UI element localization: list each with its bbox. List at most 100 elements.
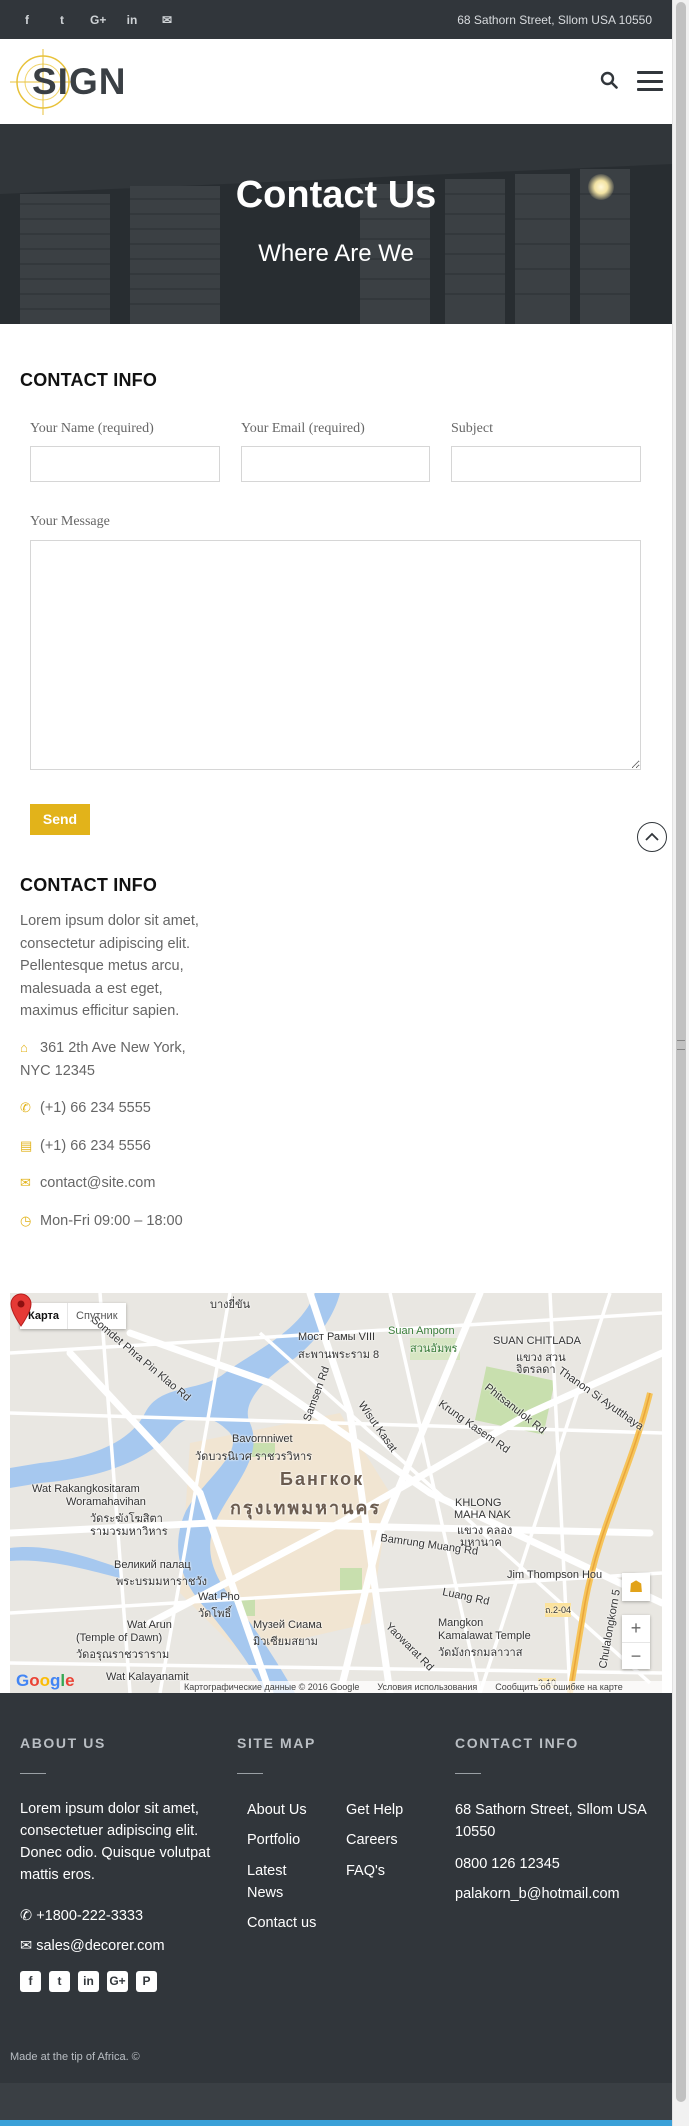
scrollbar-thumb[interactable] — [676, 2, 686, 2102]
footer-link-faqs[interactable]: FAQ's — [346, 1860, 385, 1882]
map-label: Wat Rakangkositaram — [32, 1483, 140, 1495]
google-map[interactable]: Карта Спутник บางยี่ขัน Мост Рамы VIII ส… — [10, 1293, 662, 1693]
top-social-links: f t G+ in ✉ — [20, 13, 174, 27]
map-label: Kamalawat Temple — [438, 1630, 531, 1642]
google-logo[interactable]: Google — [16, 1671, 75, 1691]
site-header: SIGN — [0, 39, 672, 124]
bottom-strip — [0, 2083, 672, 2126]
divider — [237, 1773, 263, 1774]
envelope-icon[interactable]: ✉ — [160, 13, 174, 27]
footer-contact-phone: 0800 126 12345 — [455, 1856, 560, 1872]
contact-description: Lorem ipsum dolor sit amet, consectetur … — [20, 913, 199, 1019]
subject-label: Subject — [451, 421, 493, 436]
logo-text: SIGN — [32, 61, 127, 102]
map-label: สวนอัมพร — [410, 1343, 458, 1355]
site-footer: ABOUT US Lorem ipsum dolor sit amet, con… — [0, 1693, 672, 2083]
linkedin-icon[interactable]: in — [125, 13, 139, 27]
footer-link-contact-us[interactable]: Contact us — [247, 1912, 316, 1934]
envelope-icon: ✉ — [20, 1175, 31, 1190]
pinterest-icon[interactable]: P — [136, 1971, 157, 1992]
map-label: Музей Сиама — [253, 1619, 322, 1631]
page-title: Contact Us — [235, 174, 437, 216]
footer-about-title: ABOUT US — [20, 1735, 106, 1751]
street-view-pegman-icon[interactable]: ☗ — [622, 1573, 650, 1601]
map-label: KHLONG — [455, 1497, 502, 1509]
phone-icon: ✆ — [20, 1908, 33, 1924]
map-label: Wat Arun — [127, 1619, 172, 1631]
site-logo[interactable]: SIGN — [10, 49, 125, 115]
contact-fax: ▤ (+1) 66 234 5556 — [20, 1135, 220, 1158]
phone-icon: ✆ — [20, 1100, 31, 1115]
linkedin-icon[interactable]: in — [78, 1971, 99, 1992]
map-label: กรุงเทพมหานคร — [230, 1498, 382, 1518]
clock-icon: ◷ — [20, 1213, 32, 1228]
google-plus-icon[interactable]: G+ — [90, 13, 106, 27]
subject-field[interactable] — [451, 446, 641, 482]
accent-bar — [0, 2120, 672, 2126]
footer-phone: ✆ +1800-222-3333 — [20, 1908, 144, 1924]
footer-contact-email[interactable]: palakorn_b@hotmail.com — [455, 1883, 660, 1905]
footer-link-portfolio[interactable]: Portfolio — [247, 1829, 300, 1851]
map-label: Jim Thompson Hou — [507, 1569, 603, 1581]
hamburger-menu-icon[interactable] — [637, 71, 663, 91]
footer-sitemap-title: SITE MAP — [237, 1735, 316, 1751]
footer-email[interactable]: ✉ sales@decorer.com — [20, 1935, 225, 1957]
footer-link-careers[interactable]: Careers — [346, 1829, 398, 1851]
zoom-out-button[interactable]: − — [622, 1642, 650, 1669]
name-label: Your Name (required) — [30, 421, 154, 436]
map-label: Великий палац — [114, 1559, 191, 1571]
facebook-icon[interactable]: f — [20, 13, 34, 27]
name-field[interactable] — [30, 446, 220, 482]
map-label: Wat Pho — [198, 1591, 240, 1603]
footer-link-get-help[interactable]: Get Help — [346, 1799, 403, 1821]
send-button[interactable]: Send — [30, 804, 90, 835]
contact-hours: ◷ Mon-Fri 09:00 – 18:00 — [20, 1210, 220, 1233]
map-label: Mangkon — [438, 1617, 484, 1629]
twitter-icon[interactable]: t — [55, 13, 69, 27]
facebook-icon[interactable]: f — [20, 1971, 41, 1992]
twitter-icon[interactable]: t — [49, 1971, 70, 1992]
email-field[interactable] — [241, 446, 430, 482]
footer-about-text: Lorem ipsum dolor sit amet, consectetuer… — [20, 1801, 211, 1883]
map-label: Мост Рамы VIII — [298, 1331, 376, 1343]
contact-address: ⌂ 361 2th Ave New York, NYC 12345 — [20, 1037, 220, 1082]
footer-link-about-us[interactable]: About Us — [247, 1799, 307, 1821]
map-label: วัดอรุณราชวราราม — [76, 1649, 170, 1661]
zoom-in-button[interactable]: + — [622, 1615, 650, 1642]
map-label: จิตรลดา — [516, 1364, 556, 1376]
email-label: Your Email (required) — [241, 421, 365, 436]
map-road-sign: ถ.2-04 — [545, 1603, 571, 1617]
vertical-scrollbar[interactable] — [672, 0, 689, 2126]
message-label: Your Message — [30, 514, 110, 529]
map-terms-link[interactable]: Условия использования — [377, 1681, 477, 1693]
map-report-link[interactable]: Сообщить об ошибке на карте — [495, 1681, 622, 1693]
map-data-credit: Картографические данные © 2016 Google — [184, 1682, 360, 1692]
map-zoom-controls: + − — [622, 1615, 650, 1669]
footer-credit: Made at the tip of Africa. © — [10, 2051, 140, 2063]
search-icon[interactable] — [600, 71, 620, 91]
top-bar: f t G+ in ✉ 68 Sathorn Street, Sllom USA… — [0, 0, 672, 39]
map-label: วัดมังกรกมลาวาส — [438, 1647, 523, 1659]
divider — [20, 1773, 46, 1774]
map-marker-icon[interactable] — [10, 1293, 32, 1327]
map-label: พระบรมมหาราชวัง — [116, 1576, 207, 1588]
map-attribution: Картографические данные © 2016 Google Ус… — [180, 1681, 662, 1693]
home-icon: ⌂ — [20, 1040, 28, 1055]
map-label: Suan Amporn — [388, 1325, 455, 1337]
footer-social-links: f t in G+ P — [20, 1971, 157, 1992]
chevron-up-icon — [645, 832, 659, 841]
footer-link-latest-news[interactable]: Latest News — [247, 1860, 317, 1904]
map-label: Woramahavihan — [66, 1496, 146, 1508]
hero-banner: Contact Us Where Are We — [0, 124, 672, 324]
map-label: Bavornniwet — [232, 1433, 293, 1445]
map-label: (Temple of Dawn) — [76, 1632, 163, 1644]
contact-email: ✉ contact@site.com — [20, 1172, 220, 1195]
contact-phone: ✆ (+1) 66 234 5555 — [20, 1097, 220, 1120]
map-label: Wat Kalayanamit — [106, 1671, 189, 1683]
map-label: วัดโพธิ์ — [198, 1608, 232, 1620]
message-textarea[interactable] — [30, 540, 641, 770]
contact-info-title: CONTACT INFO — [20, 875, 158, 895]
scroll-to-top-button[interactable] — [637, 822, 667, 852]
google-plus-icon[interactable]: G+ — [107, 1971, 128, 1992]
map-label: สะพานพระราม 8 — [298, 1349, 380, 1361]
